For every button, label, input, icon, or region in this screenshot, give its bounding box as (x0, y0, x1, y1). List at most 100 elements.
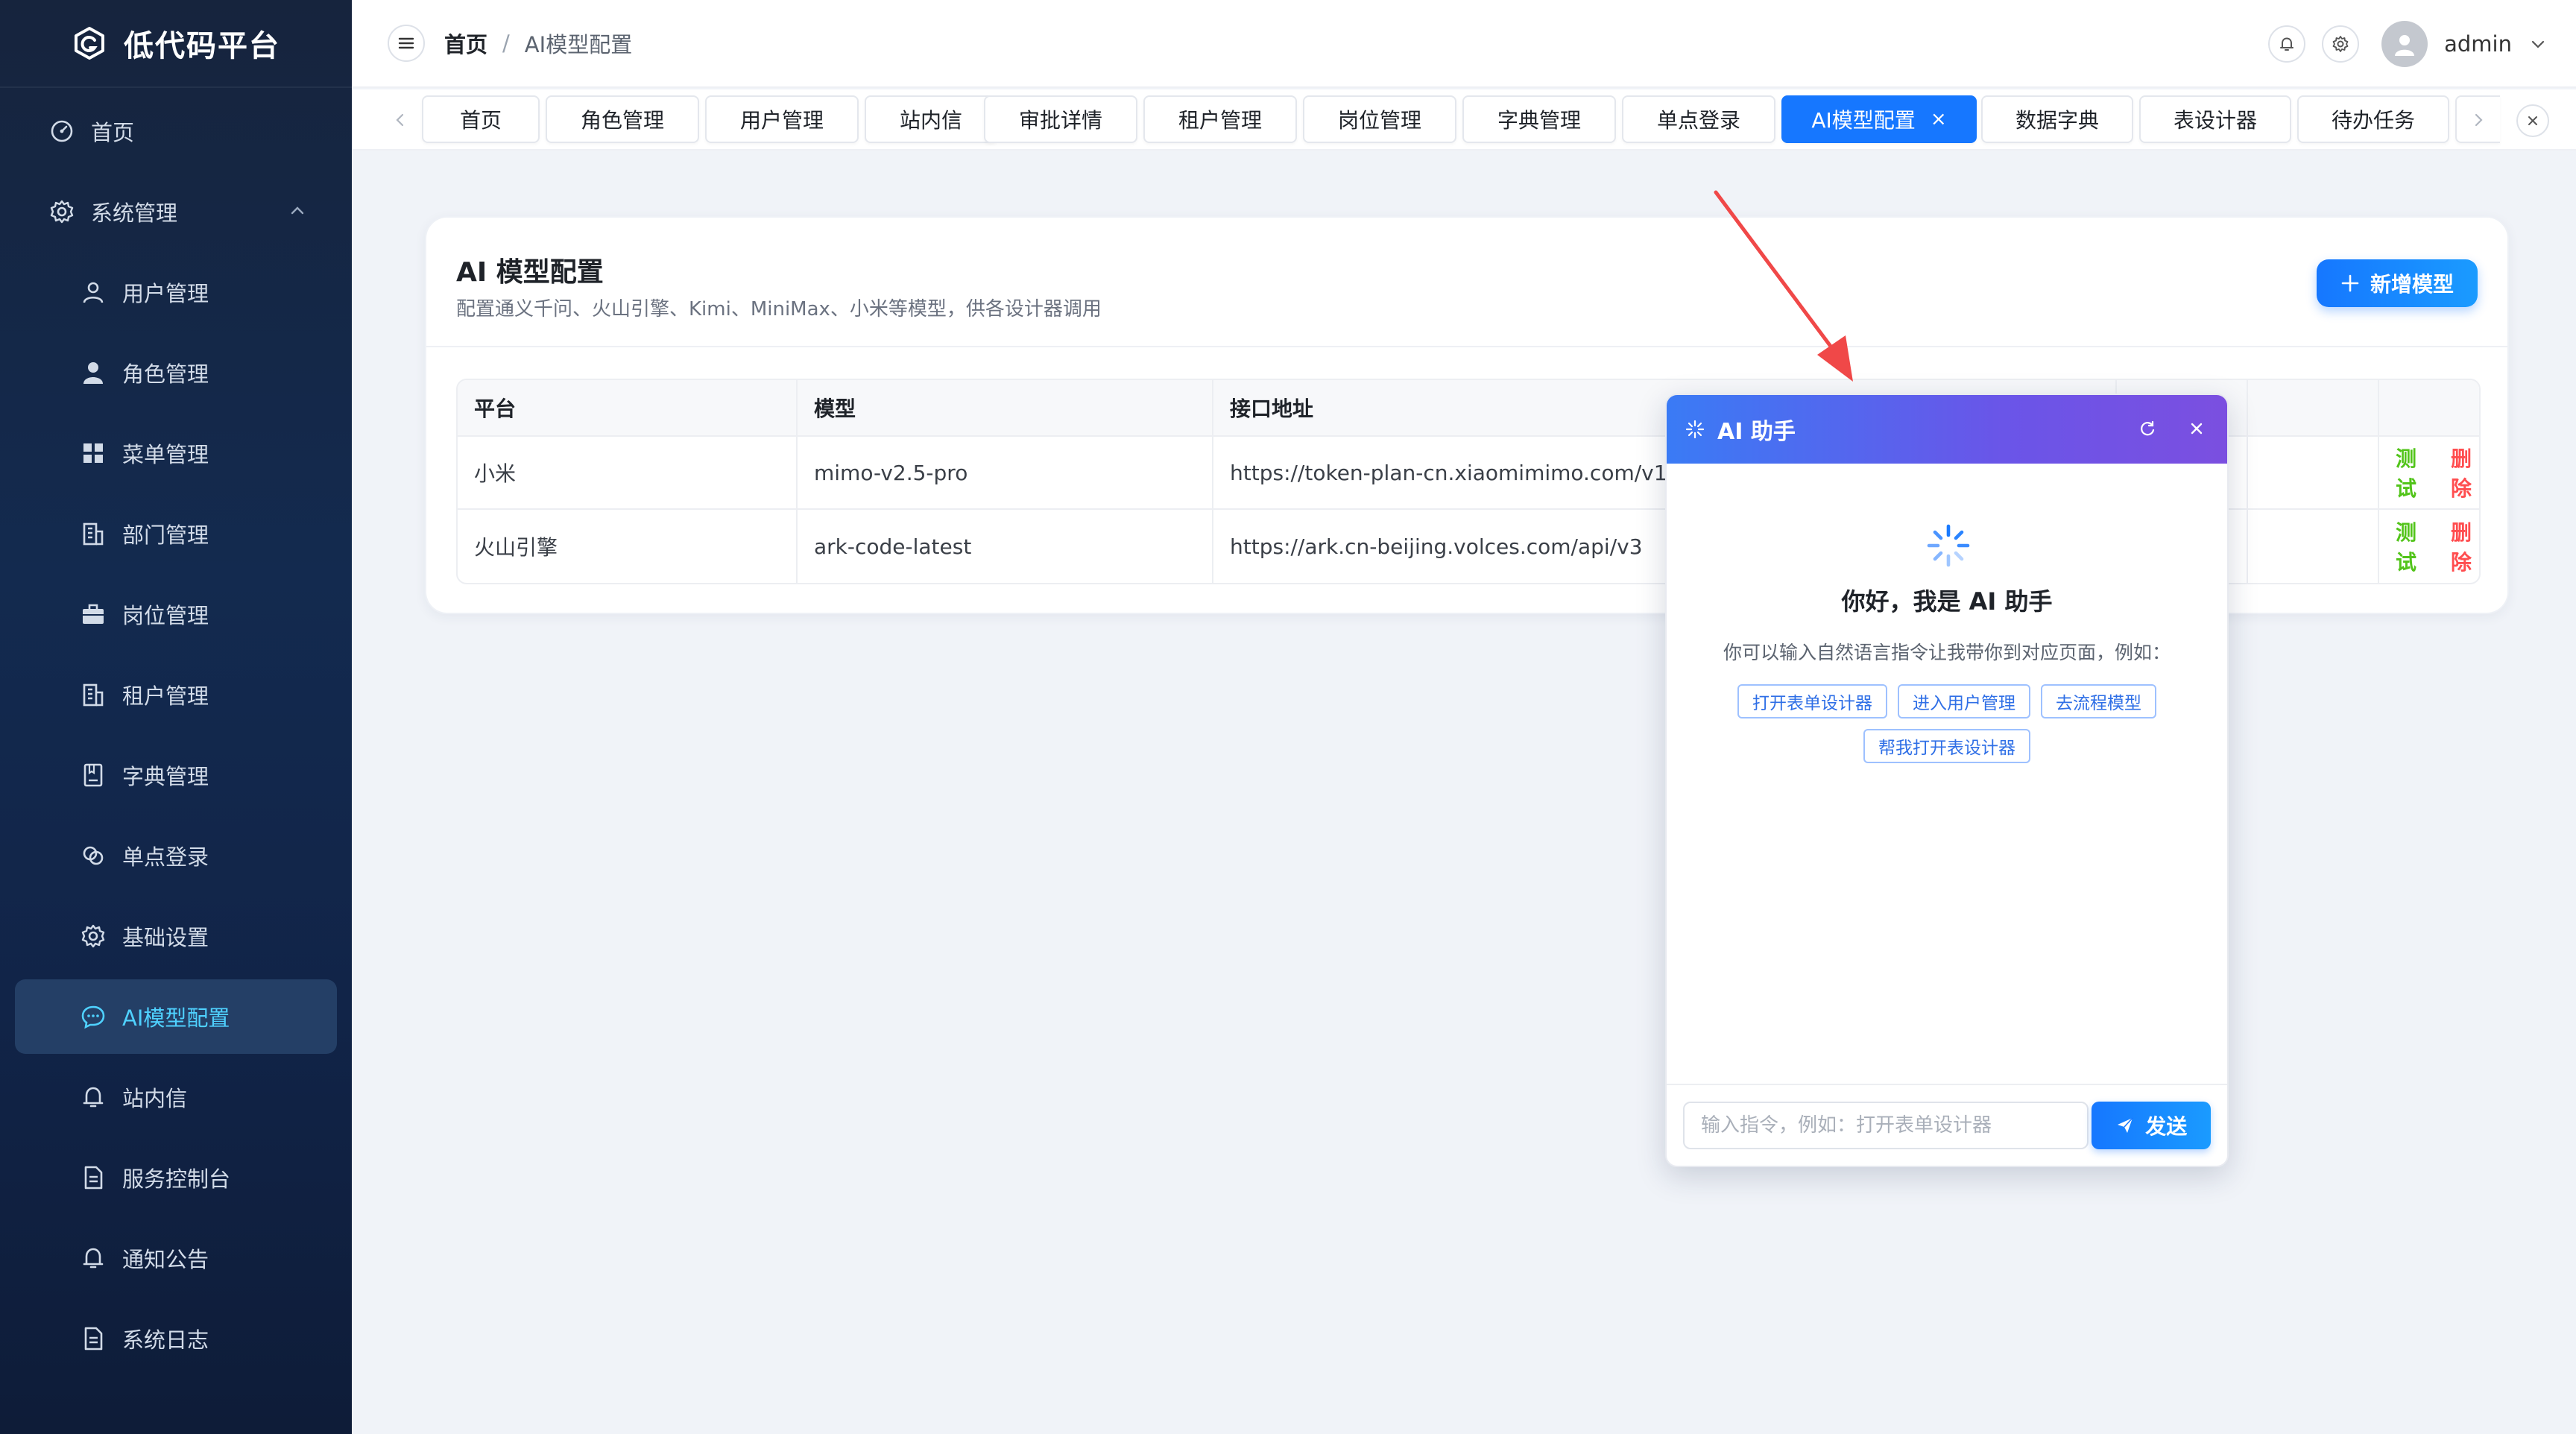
link-icon (80, 843, 106, 868)
tab-data-dictionary[interactable]: 数据字典 (1981, 95, 2133, 143)
hamburger-icon (398, 37, 414, 49)
ai-assistant-header: AI 助手 (1667, 395, 2227, 464)
sidebar-item-label: 系统日志 (122, 1327, 209, 1353)
breadcrumb: 首页 / AI模型配置 (444, 28, 632, 59)
sidebar-item-users[interactable]: 用户管理 (0, 252, 352, 332)
tab-label: 首页 (459, 108, 502, 133)
tab-approval-details[interactable]: 审批详情 (984, 95, 1137, 143)
tab-home[interactable]: 首页 (422, 95, 540, 143)
tab-label: 审批详情 (1018, 108, 1102, 133)
sidebar-item-home[interactable]: 首页 (0, 91, 352, 171)
close-icon[interactable]: × (1931, 108, 1947, 130)
settings-icon (49, 199, 75, 224)
grid-icon (80, 440, 106, 466)
ai-assistant-title: AI 助手 (1717, 419, 1796, 445)
ai-assistant-body: 你好，我是 AI 助手 你可以输入自然语言指令让我带你到对应页面，例如： 打开表… (1667, 464, 2227, 1084)
tab-tenant-management[interactable]: 租户管理 (1143, 95, 1297, 143)
sidebar-item-announcements[interactable]: 通知公告 (0, 1218, 352, 1298)
sidebar-item-label: 岗位管理 (122, 603, 209, 628)
sidebar: 低代码平台 首页 系统管理 用户管理 角色管理 菜单管理 部门管理 岗位管理 租… (0, 0, 352, 1434)
avatar[interactable] (2381, 21, 2428, 67)
sidebar-item-departments[interactable]: 部门管理 (0, 493, 352, 574)
breadcrumb-separator: / (502, 31, 510, 56)
sidebar-item-dictionary[interactable]: 字典管理 (0, 735, 352, 815)
chevron-up-icon (291, 206, 304, 215)
chevron-down-icon[interactable] (2528, 34, 2548, 54)
send-button[interactable]: 发送 (2092, 1102, 2211, 1149)
bell-icon (2280, 37, 2294, 51)
settings-button[interactable] (2322, 25, 2360, 63)
suggestion-chip[interactable]: 去流程模型 (2041, 684, 2156, 718)
col-header-5 (2248, 380, 2379, 435)
book-icon (80, 762, 106, 788)
col-header-actions (2379, 380, 2479, 435)
sidebar-item-ai-model-config[interactable]: AI模型配置 (15, 979, 337, 1054)
ai-command-input[interactable] (1683, 1102, 2089, 1149)
tab-todo-tasks[interactable]: 待办任务 (2297, 95, 2449, 143)
test-button[interactable]: 测试 (2396, 517, 2424, 576)
refresh-icon[interactable] (2136, 417, 2159, 440)
add-model-button[interactable]: 新增模型 (2317, 259, 2478, 307)
role-icon (80, 360, 106, 385)
tab-table-designer[interactable]: 表设计器 (2139, 95, 2291, 143)
user-icon (80, 279, 106, 305)
header-actions: admin (2268, 21, 2548, 67)
sidebar-item-roles[interactable]: 角色管理 (0, 332, 352, 413)
sidebar-item-label: 站内信 (122, 1086, 188, 1111)
sidebar-item-label: 部门管理 (122, 522, 209, 548)
cell-model: mimo-v2.5-pro (798, 437, 1213, 508)
sidebar-item-messages[interactable]: 站内信 (0, 1057, 352, 1137)
col-header-model: 模型 (798, 380, 1213, 435)
tab-user-management[interactable]: 用户管理 (705, 95, 859, 143)
building-icon (80, 521, 106, 546)
sidebar-item-tenants[interactable]: 租户管理 (0, 654, 352, 735)
gear-icon (2332, 36, 2349, 52)
chevron-right-icon[interactable] (2467, 109, 2490, 131)
sidebar-item-label: 系统管理 (91, 200, 178, 226)
tab-label: 用户管理 (739, 108, 824, 133)
sidebar-item-positions[interactable]: 岗位管理 (0, 574, 352, 654)
tab-site-messages[interactable]: 站内信 (865, 95, 997, 143)
tab-dictionary-management[interactable]: 字典管理 (1462, 95, 1616, 143)
sidebar-item-label: 首页 (91, 120, 135, 145)
notification-button[interactable] (2268, 25, 2306, 63)
close-icon[interactable] (2185, 417, 2208, 440)
tab-ai-model-config[interactable]: AI模型配置 × (1781, 95, 1977, 143)
cell-actions: 测试 删除 (2379, 437, 2479, 508)
sidebar-item-menus[interactable]: 菜单管理 (0, 413, 352, 493)
sidebar-item-system-logs[interactable]: 系统日志 (0, 1298, 352, 1379)
menu-toggle-button[interactable] (388, 25, 425, 62)
username[interactable]: admin (2444, 31, 2512, 57)
tab-sso[interactable]: 单点登录 (1622, 95, 1775, 143)
sidebar-item-label: 租户管理 (122, 683, 209, 709)
plus-icon (2341, 274, 2359, 292)
suggestion-chip[interactable]: 进入用户管理 (1898, 684, 2030, 718)
suggestion-chip[interactable]: 帮我打开表设计器 (1863, 729, 2030, 763)
sidebar-item-basic-settings[interactable]: 基础设置 (0, 896, 352, 976)
tab-label: 字典管理 (1497, 108, 1581, 133)
delete-button[interactable]: 删除 (2451, 517, 2479, 576)
close-all-tabs-button[interactable] (2516, 104, 2549, 137)
cell-platform: 小米 (458, 437, 798, 508)
sidebar-item-label: 用户管理 (122, 281, 209, 306)
sidebar-item-system[interactable]: 系统管理 (0, 171, 352, 252)
tab-role-management[interactable]: 角色管理 (546, 95, 699, 143)
suggestion-chip[interactable]: 打开表单设计器 (1737, 684, 1887, 718)
sparkle-icon (1685, 420, 1705, 439)
app-logo[interactable]: 低代码平台 (0, 0, 352, 88)
sidebar-item-service-console[interactable]: 服务控制台 (0, 1137, 352, 1218)
breadcrumb-home[interactable]: 首页 (444, 28, 487, 59)
chat-icon (80, 1004, 106, 1029)
add-model-label: 新增模型 (2370, 272, 2454, 297)
ai-hint: 你可以输入自然语言指令让我带你到对应页面，例如： (1723, 642, 2171, 663)
tab-label: 数据字典 (2015, 108, 2099, 133)
sidebar-item-label: 服务控制台 (122, 1166, 231, 1192)
tab-position-management[interactable]: 岗位管理 (1303, 95, 1456, 143)
breadcrumb-current: AI模型配置 (524, 32, 633, 57)
test-button[interactable]: 测试 (2396, 443, 2424, 502)
chevron-left-icon[interactable] (389, 109, 411, 131)
ai-input-bar: 发送 (1667, 1084, 2227, 1166)
tab-label: 单点登录 (1656, 108, 1740, 133)
sidebar-item-sso[interactable]: 单点登录 (0, 815, 352, 896)
delete-button[interactable]: 删除 (2451, 443, 2479, 502)
